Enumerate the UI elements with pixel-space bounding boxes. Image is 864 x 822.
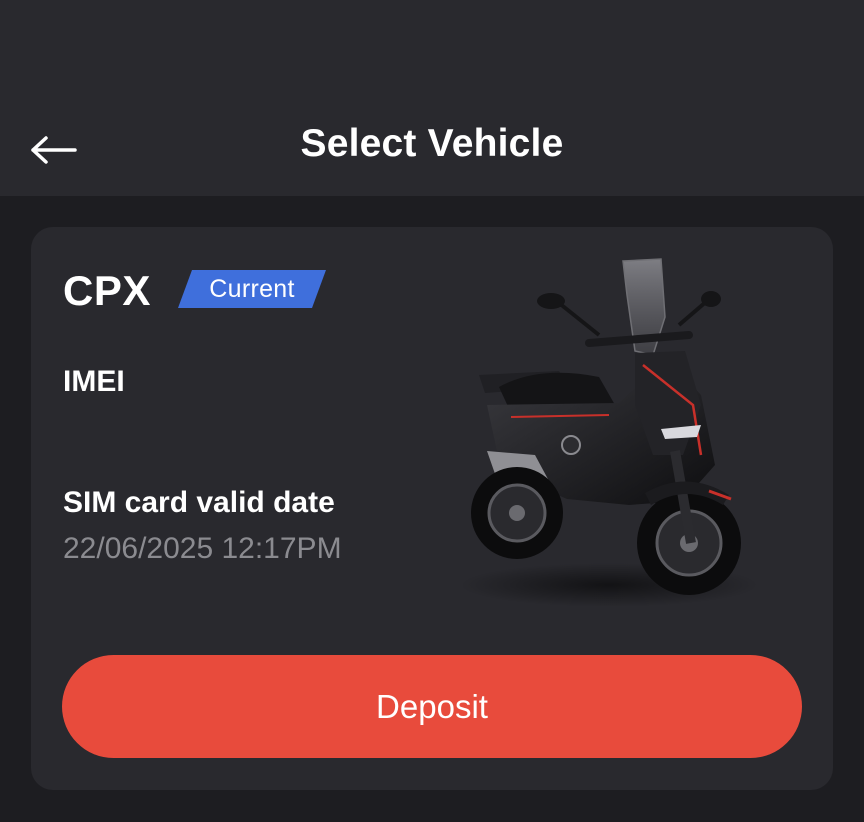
deposit-button[interactable]: Deposit [62,655,802,758]
sim-card-valid-date: 22/06/2025 12:17PM [63,532,342,565]
page-title: Select Vehicle [300,122,564,165]
select-vehicle-screen: Select Vehicle CPX Current IMEI SIM card… [0,0,864,822]
vehicle-card[interactable]: CPX Current IMEI SIM card valid date 22/… [31,227,833,790]
current-badge: Current [178,270,326,308]
current-badge-label: Current [209,274,295,303]
imei-label: IMEI [63,365,125,398]
vehicle-name: CPX [63,267,151,314]
scooter-image [459,258,759,607]
sim-card-label: SIM card valid date [63,486,335,519]
top-bar: Select Vehicle [0,0,864,196]
